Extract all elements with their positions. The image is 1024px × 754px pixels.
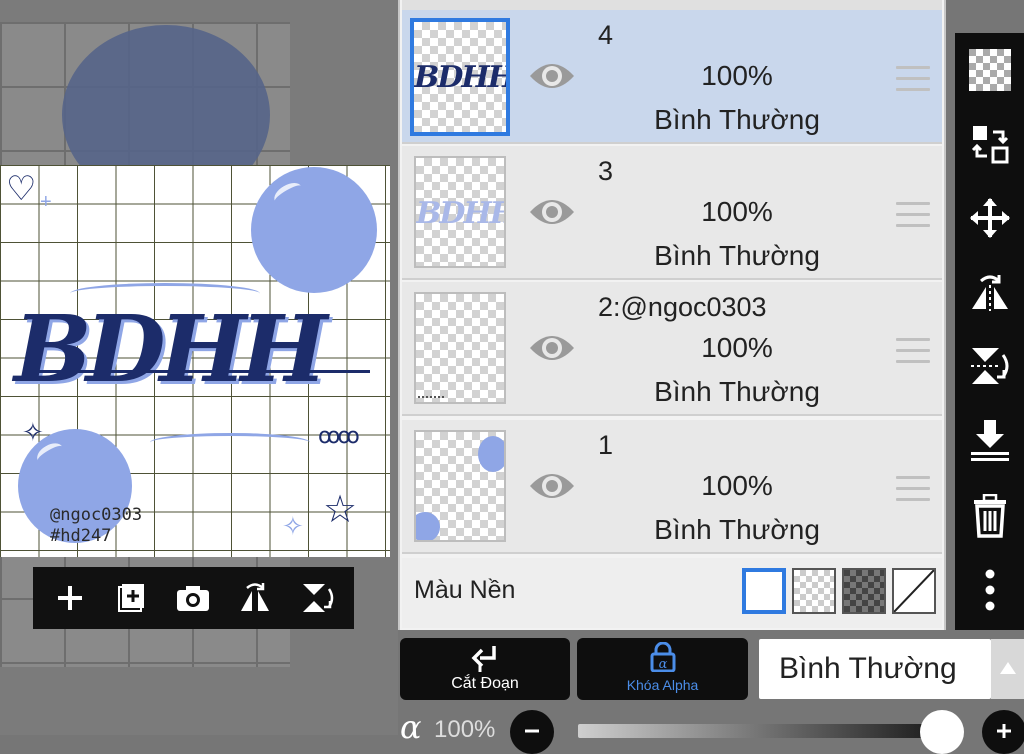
drag-handle-icon[interactable] xyxy=(896,338,930,364)
visibility-eye-icon[interactable] xyxy=(528,468,576,504)
layer-thumbnail[interactable] xyxy=(414,292,506,404)
star-icon: ☆ xyxy=(323,489,358,531)
lettering-crossbar xyxy=(30,370,370,373)
layer-blend-mode: Bình Thường xyxy=(654,376,820,407)
layer-thumbnail[interactable]: BDHH xyxy=(410,18,510,136)
opacity-increase-button[interactable] xyxy=(982,710,1024,754)
layer-thumbnail[interactable] xyxy=(414,430,506,542)
alpha-lock-button[interactable]: α Khóa Alpha xyxy=(577,638,748,700)
layer-blend-mode: Bình Thường xyxy=(654,240,820,271)
delete-layer-button[interactable] xyxy=(967,493,1013,539)
swap-layer-button[interactable] xyxy=(967,121,1013,167)
alpha-lock-label: Khóa Alpha xyxy=(626,677,699,693)
layer-name: 3 xyxy=(598,156,614,186)
clipping-label: Cắt Đoạn xyxy=(451,675,519,692)
trash-icon xyxy=(974,494,1006,538)
layer-thumbnail[interactable]: BDHH xyxy=(414,156,506,268)
add-layer-copy-icon xyxy=(117,584,144,612)
swap-icon xyxy=(971,126,1009,164)
layer-opacity: 100% xyxy=(701,196,773,227)
swirl-icon: ꝏꝏ xyxy=(318,423,360,448)
more-options-button[interactable] xyxy=(967,567,1013,613)
heart-icon: ♡ xyxy=(6,170,37,208)
bg-white-swatch[interactable] xyxy=(742,568,786,614)
more-vertical-icon xyxy=(985,569,995,611)
layer-opacity: 100% xyxy=(701,470,773,501)
checker-icon xyxy=(969,49,1011,91)
background-color-row: Màu Nền xyxy=(402,558,942,628)
move-layer-button[interactable] xyxy=(967,195,1013,241)
layer-row[interactable]: BDHH 4 100% Bình Thường xyxy=(402,10,942,144)
move-icon xyxy=(970,198,1010,238)
visibility-eye-icon[interactable] xyxy=(528,58,576,94)
canvas-quick-toolbar xyxy=(33,567,354,629)
layer-name: 4 xyxy=(598,20,614,50)
svg-text:α: α xyxy=(659,657,668,672)
sparkle-icon: + xyxy=(40,191,52,213)
layer-row[interactable]: 2:@ngoc0303 100% Bình Thường xyxy=(402,282,942,416)
layer-blend-mode: Bình Thường xyxy=(654,514,820,545)
drag-handle-icon[interactable] xyxy=(896,476,930,502)
flip-horizontal-icon xyxy=(972,275,1008,311)
wavy-line xyxy=(150,433,310,452)
layer-name: 1 xyxy=(598,430,614,460)
layer-tools-bar xyxy=(955,33,1024,630)
flip-horizontal-icon xyxy=(241,583,270,611)
bg-none-swatch[interactable] xyxy=(892,568,936,614)
background-color-label: Màu Nền xyxy=(414,576,516,604)
plus-icon xyxy=(997,724,1011,738)
bg-dark-checker-swatch[interactable] xyxy=(842,568,886,614)
new-transparent-layer-button[interactable] xyxy=(967,47,1013,93)
add-layer-button[interactable] xyxy=(48,576,92,620)
flip-vertical-button[interactable] xyxy=(295,576,339,620)
layer-row[interactable]: BDHH 3 100% Bình Thường xyxy=(402,146,942,280)
clipping-arrow-icon xyxy=(471,646,496,672)
bg-transparent-swatch[interactable] xyxy=(792,568,836,614)
diamond-outline-icon: ✧ xyxy=(282,511,304,541)
opacity-slider-thumb[interactable] xyxy=(920,710,964,754)
flip-horizontal-button[interactable] xyxy=(233,576,277,620)
merge-down-button[interactable] xyxy=(967,417,1013,463)
watermark-hashtag: #hd247 xyxy=(50,526,112,546)
camera-button[interactable] xyxy=(171,576,215,620)
flip-vertical-icon xyxy=(303,584,334,612)
blend-mode-dropdown-button[interactable] xyxy=(991,639,1024,699)
opacity-value: 100% xyxy=(434,716,496,743)
lock-alpha-icon: α xyxy=(650,642,676,672)
layer-blend-mode: Bình Thường xyxy=(654,104,820,135)
artwork-canvas[interactable]: ♡ + ☆ ✧ ✧ ꝏꝏ BDHH @ngoc0303 #hd247 xyxy=(0,165,390,557)
canvas-area[interactable]: ♡ + ☆ ✧ ✧ ꝏꝏ BDHH @ngoc0303 #hd247 xyxy=(0,0,398,735)
bubble-top-right xyxy=(251,167,377,293)
triangle-up-icon xyxy=(1000,662,1016,674)
artwork-lettering: BDHH xyxy=(14,295,327,403)
add-layer-copy-button[interactable] xyxy=(110,576,154,620)
layer-panel: BDHH 4 100% Bình Thường BDHH 3 100% Bình… xyxy=(398,0,946,630)
drag-handle-icon[interactable] xyxy=(896,66,930,92)
minus-icon xyxy=(525,729,539,733)
layer-opacity: 100% xyxy=(701,332,773,363)
camera-icon xyxy=(177,586,210,611)
alpha-symbol: α xyxy=(400,708,422,746)
clipping-button[interactable]: Cắt Đoạn xyxy=(400,638,570,700)
visibility-eye-icon[interactable] xyxy=(528,194,576,230)
layer-row[interactable]: 1 100% Bình Thường xyxy=(402,420,942,554)
watermark-username: @ngoc0303 xyxy=(50,505,143,525)
flip-layer-horizontal-button[interactable] xyxy=(967,269,1013,315)
blend-mode-select[interactable]: Bình Thường xyxy=(759,639,991,699)
diamond-icon: ✧ xyxy=(22,417,44,447)
opacity-decrease-button[interactable] xyxy=(510,710,554,754)
layer-name: 2:@ngoc0303 xyxy=(598,292,767,322)
flip-layer-vertical-button[interactable] xyxy=(967,343,1013,389)
layer-opacity: 100% xyxy=(701,60,773,91)
merge-down-icon xyxy=(971,420,1009,461)
visibility-eye-icon[interactable] xyxy=(528,330,576,366)
drag-handle-icon[interactable] xyxy=(896,202,930,228)
flip-vertical-icon xyxy=(971,348,1009,384)
opacity-slider-track[interactable] xyxy=(578,724,958,738)
opacity-row: α 100% xyxy=(398,700,1024,754)
plus-icon xyxy=(57,586,82,610)
